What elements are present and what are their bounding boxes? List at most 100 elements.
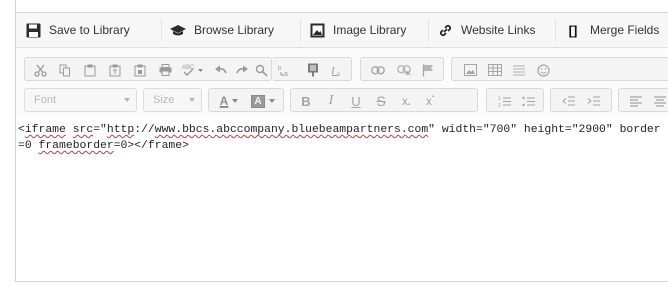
- find-icon[interactable]: [252, 61, 270, 79]
- code-fragment: [66, 124, 73, 136]
- chevron-down-icon: [232, 99, 239, 103]
- superscript-button[interactable]: x ▪: [419, 92, 441, 110]
- misspelled-word: www.bbcs.abccompany.bluebeampartners.com: [154, 124, 429, 136]
- insert-table-icon[interactable]: [486, 61, 504, 79]
- editor-content-area[interactable]: <iframe src="http://www.bbcs.abccompany.…: [16, 118, 668, 281]
- cut-icon[interactable]: [31, 61, 49, 79]
- code-fragment: ://: [134, 124, 155, 136]
- svg-text:x: x: [337, 72, 340, 77]
- numbered-list-icon[interactable]: 12: [495, 92, 513, 110]
- list-group: 12: [486, 88, 544, 112]
- anchor-flag-icon[interactable]: [419, 61, 437, 79]
- editing-group: ba Ix: [272, 57, 352, 81]
- code-fragment: =0></frame>: [113, 140, 189, 152]
- floppy-disk-icon: [25, 22, 41, 38]
- strikethrough-button[interactable]: S: [372, 92, 390, 110]
- chevron-down-icon: [268, 99, 275, 103]
- smiley-icon[interactable]: [534, 61, 552, 79]
- editor-frame: Save to Library Browse Library Image Lib…: [15, 12, 668, 282]
- copy-icon[interactable]: [56, 61, 74, 79]
- print-icon[interactable]: [156, 61, 174, 79]
- image-library-label: Image Library: [333, 23, 407, 37]
- replace-icon[interactable]: ba: [276, 61, 294, 79]
- svg-text:2: 2: [498, 103, 501, 108]
- italic-letter: I: [328, 93, 334, 108]
- color-group: A A: [208, 88, 284, 112]
- chevron-down-icon: [189, 98, 195, 102]
- save-to-library-label: Save to Library: [49, 23, 130, 37]
- spellcheck-icon[interactable]: ABC: [180, 61, 206, 79]
- subscript-button[interactable]: x ▪: [395, 92, 417, 110]
- horizontal-rule-icon[interactable]: [510, 61, 528, 79]
- brackets-icon: []: [568, 22, 578, 38]
- text-color-button[interactable]: A: [215, 92, 243, 110]
- increase-indent-icon[interactable]: [584, 92, 602, 110]
- browse-library-button[interactable]: Browse Library: [170, 13, 274, 47]
- size-combo[interactable]: Size: [143, 88, 202, 112]
- code-fragment: =": [93, 124, 107, 136]
- merge-fields-button[interactable]: [] Merge Fields: [564, 13, 660, 47]
- underline-letter: U: [351, 93, 361, 109]
- clipboard-group: ABC: [24, 57, 272, 81]
- background-color-letter: A: [251, 94, 265, 108]
- image-library-button[interactable]: Image Library: [309, 13, 406, 47]
- link-group: [360, 57, 444, 81]
- decrease-indent-icon[interactable]: [559, 92, 577, 110]
- menu-divider: [300, 19, 301, 41]
- website-links-button[interactable]: Website Links: [437, 13, 535, 47]
- redo-icon[interactable]: [233, 61, 251, 79]
- align-center-icon[interactable]: [651, 92, 668, 110]
- text-color-letter: A: [219, 94, 229, 108]
- svg-text:1: 1: [498, 96, 501, 102]
- underline-button[interactable]: U: [347, 92, 365, 110]
- align-group: [618, 88, 668, 112]
- menu-divider: [555, 19, 556, 41]
- svg-text:ABC: ABC: [182, 65, 195, 71]
- misspelled-word: http: [106, 124, 135, 136]
- browse-library-label: Browse Library: [194, 23, 275, 37]
- misspelled-word: src: [72, 124, 94, 136]
- editor-toolbar: ABC ba Ix Font Size A A B I U S x ▪ x ▪ …: [16, 48, 668, 118]
- misspelled-word: frameborder: [38, 140, 114, 152]
- svg-text:a: a: [284, 71, 288, 77]
- bold-button[interactable]: B: [297, 92, 315, 110]
- image-icon: [309, 22, 325, 38]
- unlink-icon[interactable]: [395, 61, 413, 79]
- subscript-mark: ▪: [407, 102, 411, 108]
- insert-image-icon[interactable]: [461, 61, 479, 79]
- select-all-icon[interactable]: [304, 61, 322, 79]
- link-icon[interactable]: [369, 61, 387, 79]
- merge-fields-label: Merge Fields: [590, 23, 660, 37]
- size-combo-label: Size: [153, 94, 175, 106]
- paste-icon[interactable]: [81, 61, 99, 79]
- editor-text: <iframe src="http://www.bbcs.abccompany.…: [18, 122, 663, 154]
- superscript-mark: ▪: [431, 94, 435, 100]
- font-combo[interactable]: Font: [24, 88, 137, 112]
- misspelled-word: iframe: [24, 124, 66, 136]
- strikethrough-letter: S: [376, 93, 386, 109]
- svg-text:b: b: [278, 66, 282, 72]
- background-color-button[interactable]: A: [249, 92, 277, 110]
- insert-group: [451, 57, 668, 81]
- frame-top-border: [15, 0, 668, 12]
- remove-format-icon[interactable]: Ix: [328, 61, 346, 79]
- paste-text-icon[interactable]: [106, 61, 124, 79]
- indent-group: [550, 88, 612, 112]
- basic-styles-group: B I U S x ▪ x ▪: [290, 88, 478, 112]
- italic-button[interactable]: I: [322, 92, 340, 110]
- website-links-label: Website Links: [461, 23, 536, 37]
- bulleted-list-icon[interactable]: [519, 92, 537, 110]
- paste-word-icon[interactable]: [131, 61, 149, 79]
- font-combo-label: Font: [34, 94, 57, 106]
- save-to-library-button[interactable]: Save to Library: [25, 13, 130, 47]
- menu-divider: [161, 19, 162, 41]
- chevron-down-icon: [124, 98, 130, 102]
- align-left-icon[interactable]: [627, 92, 645, 110]
- code-fragment: <: [18, 124, 25, 136]
- menu-divider: [428, 19, 429, 41]
- bold-letter: B: [301, 93, 311, 109]
- link-icon: [437, 22, 453, 38]
- menu-bar: Save to Library Browse Library Image Lib…: [16, 13, 668, 48]
- graduation-cap-icon: [170, 22, 186, 38]
- undo-icon[interactable]: [211, 61, 229, 79]
